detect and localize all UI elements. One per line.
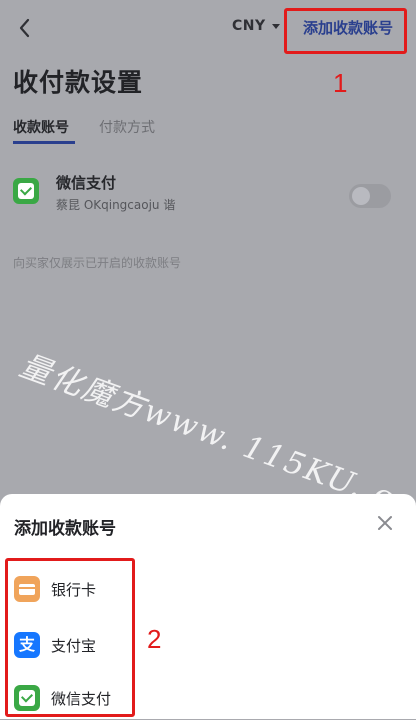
hint-text: 向买家仅展示已开启的收款账号 [13,256,182,270]
caret-down-icon [271,23,280,29]
tab-payment-methods[interactable]: 付款方式 [99,117,155,137]
account-name: 微信支付 [56,174,117,192]
close-button[interactable] [373,511,397,535]
currency-selector[interactable]: CNY [232,18,280,34]
account-detail: 蔡昆 OKqingcaoju 谐 [56,198,176,212]
annotation-number-1: 1 [333,68,348,98]
toggle-knob [352,187,370,205]
sheet-title: 添加收款账号 [14,519,116,539]
add-account-sheet: 添加收款账号 银行卡 支 支付宝 微信支付 2 [0,494,416,719]
back-button[interactable] [14,14,36,42]
annotation-box-1 [284,8,407,54]
close-icon [378,516,392,530]
tab-label: 收款账号 [13,120,69,136]
chevron-left-icon [19,18,30,38]
annotation-number-2: 2 [147,624,162,654]
wechat-pay-account-row: 微信支付 蔡昆 OKqingcaoju 谐 [13,172,403,222]
annotation-box-2 [5,558,135,717]
tab-label: 付款方式 [99,120,155,136]
tab-underline [13,141,75,144]
tab-receive-accounts[interactable]: 收款账号 [13,117,75,144]
currency-label: CNY [232,18,266,34]
page-title: 收付款设置 [13,68,144,97]
wechat-pay-icon [13,178,39,204]
account-enable-toggle[interactable] [349,184,391,208]
